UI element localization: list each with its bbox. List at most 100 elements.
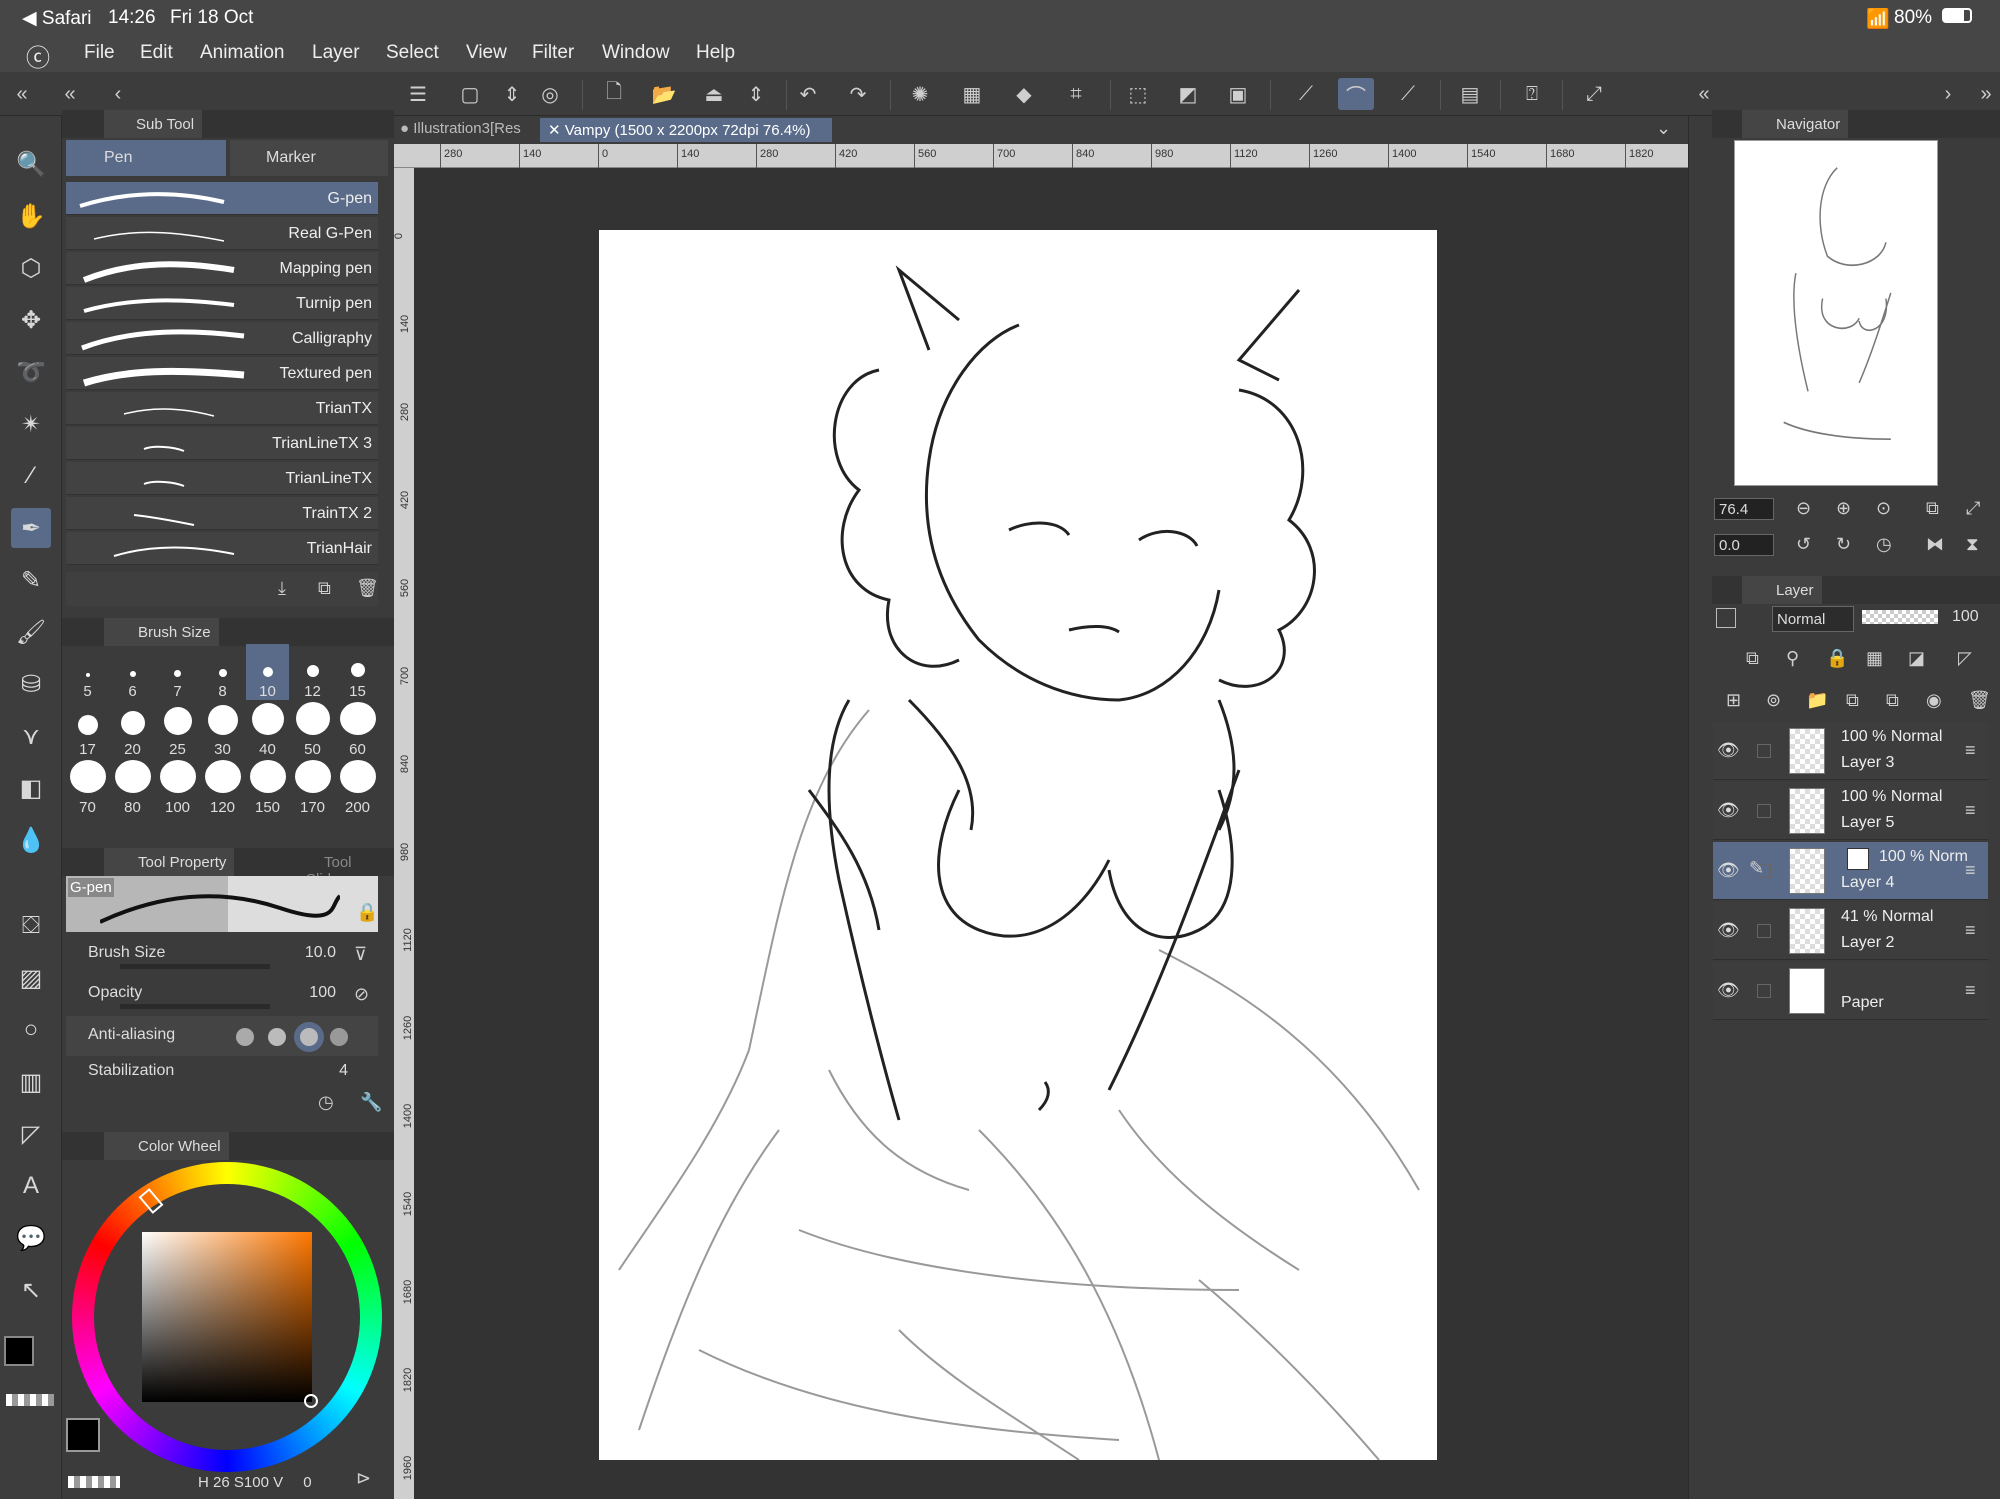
layer-opacity-slider[interactable] — [1862, 610, 1938, 624]
undo-icon[interactable]: ↶ — [790, 78, 826, 110]
doc-tab-illustration3[interactable]: ● Illustration3[Res — [400, 120, 532, 142]
airbrush-icon[interactable]: ⛁ — [11, 664, 51, 704]
back-to-app[interactable]: ◀ Safari — [22, 7, 92, 30]
chevron-left-icon[interactable]: ‹ — [100, 78, 136, 110]
brush-size-option[interactable]: 60 — [336, 702, 379, 758]
zoom-field[interactable]: 76.4 — [1714, 498, 1774, 520]
flip-horizontal-icon[interactable]: ⧓ — [1926, 534, 1944, 555]
move-icon[interactable]: ✥ — [11, 300, 51, 340]
delete-layer-icon[interactable]: 🗑 — [1968, 690, 1991, 711]
snap-special-icon[interactable]: ⌒ — [1338, 78, 1374, 110]
lock-layer-icon[interactable]: 🔒 — [1826, 648, 1848, 669]
brush-item[interactable]: Calligraphy — [66, 322, 378, 355]
help-icon[interactable]: ⍰ — [1514, 78, 1550, 110]
cw-transparent[interactable] — [68, 1476, 120, 1488]
selection-frame-icon[interactable]: ▣ — [1220, 78, 1256, 110]
brush-size-option[interactable]: 120 — [201, 760, 244, 816]
ruler-snap-icon[interactable]: ⟋ — [1288, 78, 1324, 110]
balloon-icon[interactable]: 💬 — [11, 1218, 51, 1258]
menu-edit[interactable]: Edit — [140, 42, 173, 64]
brush-size-option[interactable]: 200 — [336, 760, 379, 816]
menu-window[interactable]: Window — [602, 42, 670, 64]
merge-icon[interactable]: ⧉ — [1886, 690, 1899, 711]
fill-bucket-icon[interactable]: ⛋ — [11, 906, 51, 946]
new-folder-icon[interactable]: 📁 — [1806, 690, 1828, 711]
saturation-value-square[interactable] — [142, 1232, 312, 1402]
rotate-left-icon[interactable]: ↺ — [1796, 534, 1811, 555]
brush-item[interactable]: G-pen — [66, 182, 378, 215]
mask-icon[interactable]: ◪ — [1908, 648, 1925, 669]
menu-select[interactable]: Select — [386, 42, 439, 64]
chevron-right-icon[interactable]: › — [1930, 78, 1966, 110]
layer-drag-handle-icon[interactable]: ≡ — [1965, 980, 1976, 1001]
save-icon[interactable]: ⏏ — [696, 78, 732, 110]
menu-layer[interactable]: Layer — [312, 42, 360, 64]
object-icon[interactable]: ⬡ — [11, 248, 51, 288]
trash-icon[interactable]: 🗑 — [356, 578, 379, 599]
layer-select-checkbox[interactable] — [1757, 984, 1771, 998]
duplicate-icon[interactable]: ⧉ — [318, 578, 331, 599]
brush-item[interactable]: Mapping pen — [66, 252, 378, 285]
brush-size-option[interactable]: 15 — [336, 644, 379, 700]
eye-icon[interactable]: 👁 — [1717, 800, 1740, 821]
pen-tool-icon[interactable]: ✒ — [11, 508, 51, 548]
eye-icon[interactable]: 👁 — [1717, 860, 1740, 881]
layer-mask-icon[interactable]: ◉ — [1926, 690, 1942, 711]
color-wheel-tab[interactable]: Color Wheel — [104, 1132, 229, 1160]
figure-icon[interactable]: ○ — [11, 1010, 51, 1050]
invert-selection-icon[interactable]: ◩ — [1170, 78, 1206, 110]
menu-help[interactable]: Help — [696, 42, 735, 64]
clip-icon[interactable]: ⧉ — [1746, 648, 1759, 669]
transfer-down-icon[interactable]: ⧉ — [1846, 690, 1859, 711]
zoom-in-icon[interactable]: ⊕ — [1836, 498, 1851, 519]
eye-icon[interactable]: 👁 — [1717, 740, 1740, 761]
transform-icon[interactable]: ⌗ — [1058, 78, 1094, 110]
layer-color-toggle[interactable] — [1716, 608, 1736, 628]
tool-sliders-tab[interactable]: Tool Sliders — [298, 848, 394, 888]
blend-icon[interactable]: 💧 — [11, 820, 51, 860]
eraser-icon[interactable]: ◧ — [11, 768, 51, 808]
hand-icon[interactable]: ✋ — [11, 196, 51, 236]
brush-item[interactable]: TrianLineTX 3 — [66, 427, 378, 460]
menu-view[interactable]: View — [466, 42, 507, 64]
brush-size-option[interactable]: 7 — [156, 644, 199, 700]
brush-size-option[interactable]: 170 — [291, 760, 334, 816]
brush-size-option[interactable]: 50 — [291, 702, 334, 758]
reset-rotation-icon[interactable]: ◷ — [1876, 534, 1892, 555]
close-icon[interactable]: ✕ — [548, 122, 561, 139]
hue-ring[interactable] — [72, 1162, 382, 1472]
property-settings-icon[interactable]: ◷ — [318, 1092, 334, 1113]
fit-icon[interactable]: ⊙ — [1876, 498, 1891, 519]
brush-item[interactable]: Textured pen — [66, 357, 378, 390]
brush-size-option[interactable]: 17 — [66, 702, 109, 758]
zoom-icon[interactable]: 🔍 — [11, 144, 51, 184]
chevron-right-collapse-icon[interactable]: « — [1686, 78, 1722, 110]
brush-size-property[interactable]: Brush Size 10.0 ⊽ — [66, 938, 378, 976]
layer-drag-handle-icon[interactable]: ≡ — [1965, 800, 1976, 821]
layer-select-checkbox[interactable] — [1757, 744, 1771, 758]
hamburger-menu-icon[interactable]: ☰ — [400, 78, 436, 110]
rotate-right-icon[interactable]: ↻ — [1836, 534, 1851, 555]
main-color-swatch[interactable] — [4, 1336, 34, 1366]
opacity-slider[interactable] — [120, 1004, 270, 1009]
brush-item[interactable]: TrainTX 2 — [66, 497, 378, 530]
anti-aliasing-property[interactable]: Anti-aliasing — [66, 1016, 378, 1056]
clear-icon[interactable]: ▦ — [954, 78, 990, 110]
correct-line-icon[interactable]: ↖ — [11, 1270, 51, 1310]
brush-size-option[interactable]: 100 — [156, 760, 199, 816]
brush-size-option[interactable]: 10 — [246, 644, 289, 700]
actual-size-icon[interactable]: ⧉ — [1926, 498, 1939, 519]
brush-item[interactable]: TrianHair — [66, 532, 378, 565]
collapse-left-icon[interactable]: « — [4, 78, 40, 110]
eye-icon[interactable]: 👁 — [1717, 980, 1740, 1001]
opacity-property[interactable]: Opacity 100 ⊘ — [66, 978, 378, 1016]
deselect-icon[interactable]: ⬚ — [1120, 78, 1156, 110]
pressure-icon[interactable]: ⊽ — [354, 944, 367, 965]
brush-size-slider[interactable] — [120, 964, 270, 969]
brush-size-tab[interactable]: Brush Size — [104, 618, 219, 646]
lasso-icon[interactable]: ➰ — [11, 352, 51, 392]
menu-file[interactable]: File — [84, 42, 115, 64]
aa-none-icon[interactable] — [236, 1028, 254, 1046]
brush-size-option[interactable]: 30 — [201, 702, 244, 758]
layer-select-checkbox[interactable] — [1757, 804, 1771, 818]
